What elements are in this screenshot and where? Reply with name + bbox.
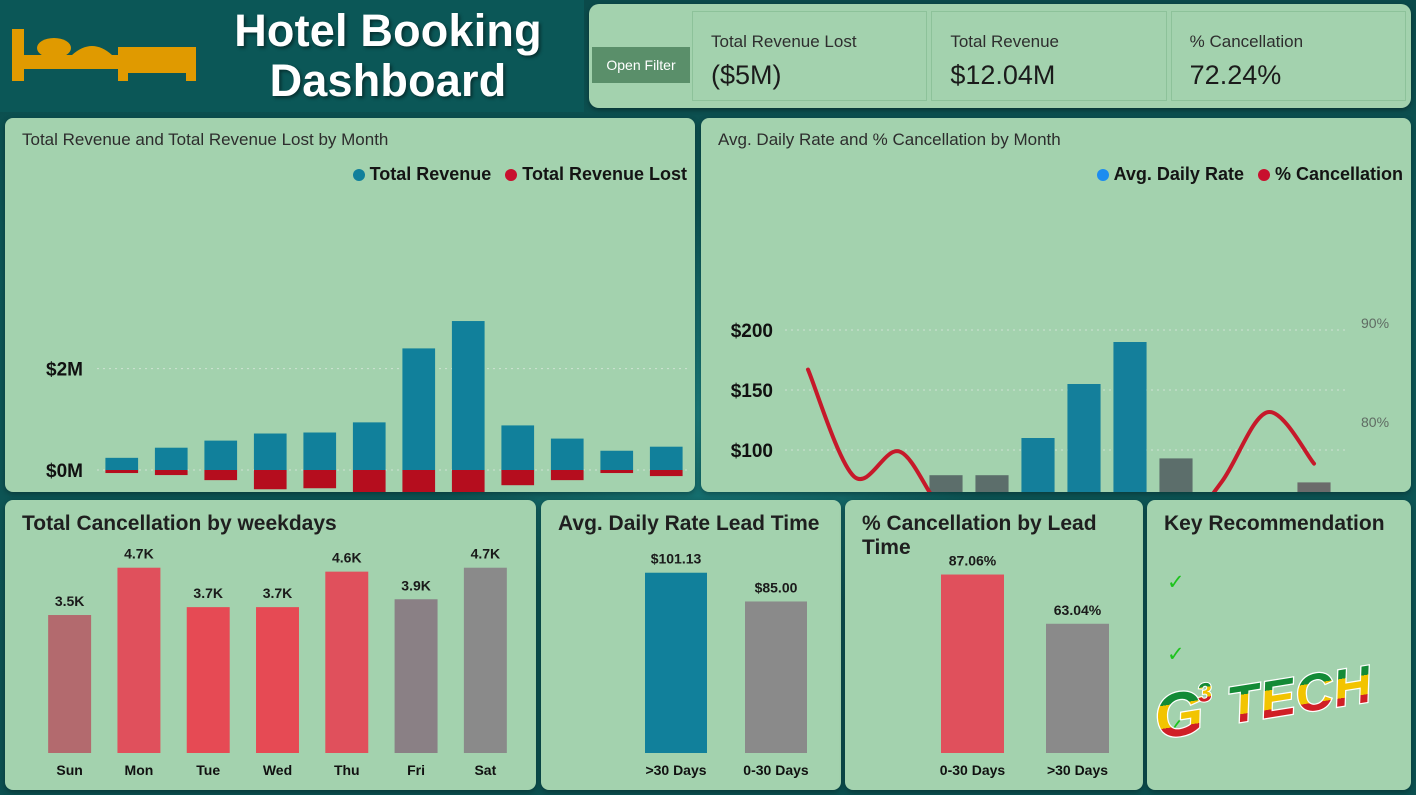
- svg-text:Fri: Fri: [407, 762, 425, 778]
- svg-text:>30 Days: >30 Days: [645, 762, 706, 778]
- svg-text:Mon: Mon: [125, 762, 154, 778]
- kpi-panel: Open Filter Total Revenue Lost ($5M) Tot…: [589, 4, 1411, 108]
- bed-icon: [12, 29, 196, 81]
- kpi-card-percent-cancellation[interactable]: % Cancellation 72.24%: [1170, 11, 1406, 101]
- svg-text:Sun: Sun: [56, 762, 82, 778]
- svg-text:$101.13: $101.13: [651, 551, 702, 567]
- svg-text:3.5K: 3.5K: [55, 593, 85, 609]
- kpi-card-total-revenue-lost[interactable]: Total Revenue Lost ($5M): [692, 11, 928, 101]
- svg-text:$2M: $2M: [46, 360, 83, 381]
- svg-text:3.9K: 3.9K: [401, 577, 431, 593]
- kpi-value: ($5M): [711, 60, 782, 90]
- svg-text:90%: 90%: [1361, 315, 1389, 331]
- revenue-by-month-panel[interactable]: Total Revenue and Total Revenue Lost by …: [5, 118, 695, 492]
- svg-text:Wed: Wed: [263, 762, 292, 778]
- key-recommendation-title: Key Recommendation: [1164, 512, 1385, 535]
- open-filter-button[interactable]: Open Filter: [592, 47, 690, 83]
- kpi-value: 72.24%: [1189, 60, 1282, 90]
- cancellation-by-weekday-chart: 3.5K Sun 4.7K Mon 3.7K Tue 3.7K Wed 4.6K Thu 3.9K F…: [48, 546, 507, 778]
- kpi-value: $12.04M: [950, 60, 1056, 90]
- svg-text:3.7K: 3.7K: [193, 585, 223, 601]
- check-icon-2: ✓: [1167, 643, 1185, 666]
- page-title-line2: Dashboard: [269, 55, 507, 106]
- svg-text:$0M: $0M: [46, 461, 83, 482]
- adr-cancellation-panel[interactable]: Avg. Daily Rate and % Cancellation by Mo…: [701, 118, 1411, 492]
- svg-text:$200: $200: [731, 321, 773, 342]
- svg-text:Sat: Sat: [474, 762, 496, 778]
- adr-cancellation-chart: $0$50$100$150$20070%80%90%JanFebMarAprMa…: [731, 315, 1389, 492]
- svg-text:4.6K: 4.6K: [332, 550, 362, 566]
- cancellation-lead-time-panel[interactable]: % Cancellation by Lead Time 87.06% 0-30 D…: [845, 500, 1143, 790]
- svg-text:Tue: Tue: [196, 762, 220, 778]
- page-title: Hotel Booking Dashboard: [198, 6, 584, 106]
- svg-text:>30 Days: >30 Days: [1047, 762, 1108, 778]
- svg-text:80%: 80%: [1361, 414, 1389, 430]
- revenue-by-month-chart: $2M$0M($2M)JanFebMarAprMayJunJulAugSepOc…: [46, 321, 691, 492]
- svg-text:0-30 Days: 0-30 Days: [940, 762, 1006, 778]
- cancellation-by-weekday-panel[interactable]: Total Cancellation by weekdays 3.5K Sun 4.…: [5, 500, 536, 790]
- adr-lead-time-panel[interactable]: Avg. Daily Rate Lead Time $101.13 >30 Day…: [541, 500, 841, 790]
- svg-text:4.7K: 4.7K: [124, 546, 154, 562]
- dashboard-header: Hotel Booking Dashboard Open Filter Tota…: [0, 0, 1416, 112]
- svg-text:$100: $100: [731, 441, 773, 462]
- check-icon-1: ✓: [1167, 571, 1185, 594]
- svg-text:63.04%: 63.04%: [1054, 602, 1102, 618]
- dashboard-root: Hotel Booking Dashboard Open Filter Tota…: [0, 0, 1416, 795]
- svg-text:4.7K: 4.7K: [471, 546, 501, 562]
- kpi-label: % Cancellation: [1189, 32, 1304, 51]
- svg-text:$150: $150: [731, 381, 773, 402]
- key-recommendation-panel[interactable]: Key Recommendation ✓ ✓ ✓ G 3 TECH: [1147, 500, 1411, 790]
- page-title-line1: Hotel Booking: [234, 5, 542, 56]
- svg-text:87.06%: 87.06%: [949, 553, 997, 569]
- kpi-label: Total Revenue: [950, 32, 1060, 51]
- svg-text:Thu: Thu: [334, 762, 360, 778]
- header-branding: Hotel Booking Dashboard: [0, 0, 584, 112]
- svg-text:0-30 Days: 0-30 Days: [743, 762, 809, 778]
- svg-text:$85.00: $85.00: [755, 579, 798, 595]
- svg-text:3.7K: 3.7K: [263, 585, 293, 601]
- cancellation-lead-time-chart: 87.06% 0-30 Days 63.04% >30 Days: [940, 553, 1109, 778]
- kpi-label: Total Revenue Lost: [711, 32, 857, 51]
- adr-lead-time-chart: $101.13 >30 Days $85.00 0-30 Days: [645, 551, 809, 778]
- kpi-card-total-revenue[interactable]: Total Revenue $12.04M: [931, 11, 1167, 101]
- logo-word-tech: TECH: [1223, 655, 1376, 735]
